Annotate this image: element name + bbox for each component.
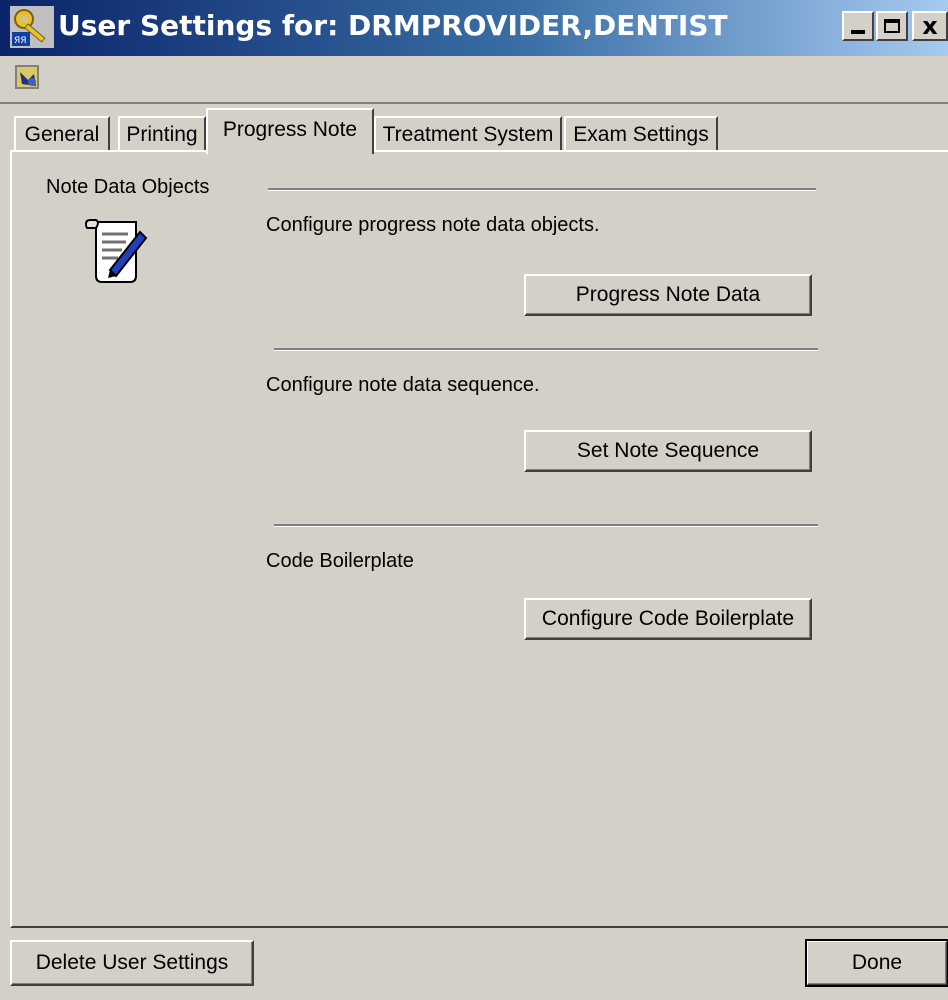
maximize-icon [884,19,900,33]
separator-1 [268,188,816,191]
tab-general[interactable]: General [14,116,110,152]
configure-code-boilerplate-button[interactable]: Configure Code Boilerplate [524,598,812,640]
minimize-button[interactable] [842,11,874,41]
tab-exam-settings[interactable]: Exam Settings [564,116,718,152]
tab-progress-note-label: Progress Note [222,118,358,141]
scroll-note-icon [84,219,148,283]
tab-strip: General Printing Progress Note Treatment… [10,108,948,154]
maximize-button[interactable] [876,11,908,41]
progress-note-data-button[interactable]: Progress Note Data [524,274,812,316]
svg-text:ЯЯ: ЯЯ [14,36,27,46]
tab-treatment-system[interactable]: Treatment System [374,116,562,152]
minimize-icon [851,30,865,34]
section-label: Note Data Objects [46,176,210,198]
tab-printing[interactable]: Printing [118,116,206,152]
tab-general-label: General [24,123,100,146]
group-2-description: Configure note data sequence. [266,374,540,396]
toolbar [0,56,948,104]
tab-exam-settings-label: Exam Settings [573,123,709,146]
title-bar[interactable]: ЯЯ User Settings for: DRMPROVIDER,DENTIS… [0,0,948,56]
settings-tool-icon[interactable] [14,64,40,90]
separator-3 [274,524,818,527]
tab-printing-label: Printing [126,123,198,146]
window-title: User Settings for: DRMPROVIDER,DENTIST [58,9,728,42]
delete-user-settings-button[interactable]: Delete User Settings [10,940,254,986]
app-key-icon: ЯЯ [10,6,54,48]
set-note-sequence-button[interactable]: Set Note Sequence [524,430,812,472]
separator-2 [274,348,818,351]
tab-treatment-system-label: Treatment System [382,123,554,146]
done-button[interactable]: Done [805,939,948,987]
tab-progress-note[interactable]: Progress Note [206,108,374,154]
close-button[interactable]: x [912,11,948,41]
group-1-description: Configure progress note data objects. [266,214,600,236]
close-icon: x [922,12,938,40]
group-3-description: Code Boilerplate [266,550,414,572]
